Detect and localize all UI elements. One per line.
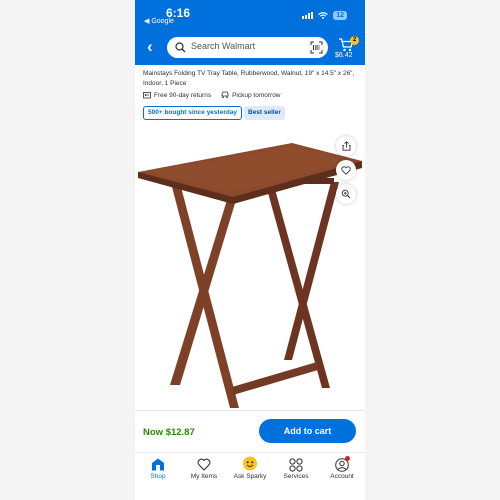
wifi-icon bbox=[318, 12, 329, 19]
pickup-label: Pickup tomorrow bbox=[232, 91, 281, 99]
notification-dot bbox=[345, 456, 350, 461]
best-seller-badge: Best seller bbox=[244, 106, 285, 120]
bottom-tab-bar: Shop My Items Ask Sparky Services Accoun… bbox=[135, 452, 365, 500]
shop-icon bbox=[152, 458, 164, 471]
battery-indicator: 12 bbox=[333, 11, 347, 20]
heart-icon bbox=[197, 458, 211, 471]
product-image bbox=[138, 143, 362, 408]
chevron-left-icon[interactable]: ‹ bbox=[147, 38, 153, 55]
search-placeholder: Search Walmart bbox=[191, 41, 256, 51]
zoom-button[interactable] bbox=[336, 184, 356, 204]
barcode-scan-icon[interactable] bbox=[310, 41, 323, 54]
search-input[interactable]: Search Walmart bbox=[167, 37, 328, 58]
share-button[interactable] bbox=[336, 136, 356, 156]
purchase-bar: Now $12.87 Add to cart bbox=[135, 410, 365, 452]
phone-screen: 6:16 ◀ Google 12 ‹ Search Walmart 2 $6.4… bbox=[135, 0, 365, 500]
tab-label: Services bbox=[283, 473, 309, 480]
tab-ask-sparky[interactable]: Ask Sparky bbox=[227, 453, 273, 500]
returns-info: Free 90-day returns bbox=[143, 91, 211, 99]
signal-icon bbox=[302, 12, 314, 19]
search-icon bbox=[175, 42, 186, 53]
returns-label: Free 90-day returns bbox=[154, 91, 212, 99]
tab-account[interactable]: Account bbox=[319, 453, 365, 500]
tab-services[interactable]: Services bbox=[273, 453, 319, 500]
tab-shop[interactable]: Shop bbox=[135, 453, 181, 500]
product-image-area[interactable] bbox=[135, 130, 365, 410]
add-to-cart-button[interactable]: Add to cart bbox=[259, 419, 356, 443]
zoom-icon bbox=[341, 189, 351, 199]
tab-label: Account bbox=[330, 473, 354, 480]
favorite-button[interactable] bbox=[336, 160, 356, 180]
top-header: 6:16 ◀ Google 12 ‹ Search Walmart 2 $6.4… bbox=[135, 0, 365, 65]
tab-label: My Items bbox=[190, 473, 218, 480]
pickup-car-icon bbox=[221, 91, 229, 99]
fulfillment-info: Free 90-day returns Pickup tomorrow bbox=[143, 91, 281, 99]
pickup-info: Pickup tomorrow bbox=[221, 91, 281, 99]
popularity-badge: 500+ bought since yesterday bbox=[143, 106, 243, 120]
tab-label: Ask Sparky bbox=[233, 473, 267, 480]
share-icon bbox=[342, 141, 350, 151]
back-to-app-link[interactable]: ◀ Google bbox=[144, 17, 174, 25]
status-icons: 12 bbox=[302, 11, 347, 20]
cart-total: $6.42 bbox=[335, 52, 353, 59]
product-title: Mainstays Folding TV Tray Table, Rubberw… bbox=[143, 70, 355, 87]
product-price: Now $12.87 bbox=[143, 427, 195, 438]
tab-label: Shop bbox=[150, 473, 166, 480]
services-icon bbox=[289, 458, 303, 472]
sparky-icon bbox=[243, 456, 257, 471]
return-icon bbox=[143, 92, 151, 99]
cart-count-badge: 2 bbox=[350, 36, 359, 45]
tab-my-items[interactable]: My Items bbox=[181, 453, 227, 500]
heart-icon bbox=[341, 165, 351, 175]
